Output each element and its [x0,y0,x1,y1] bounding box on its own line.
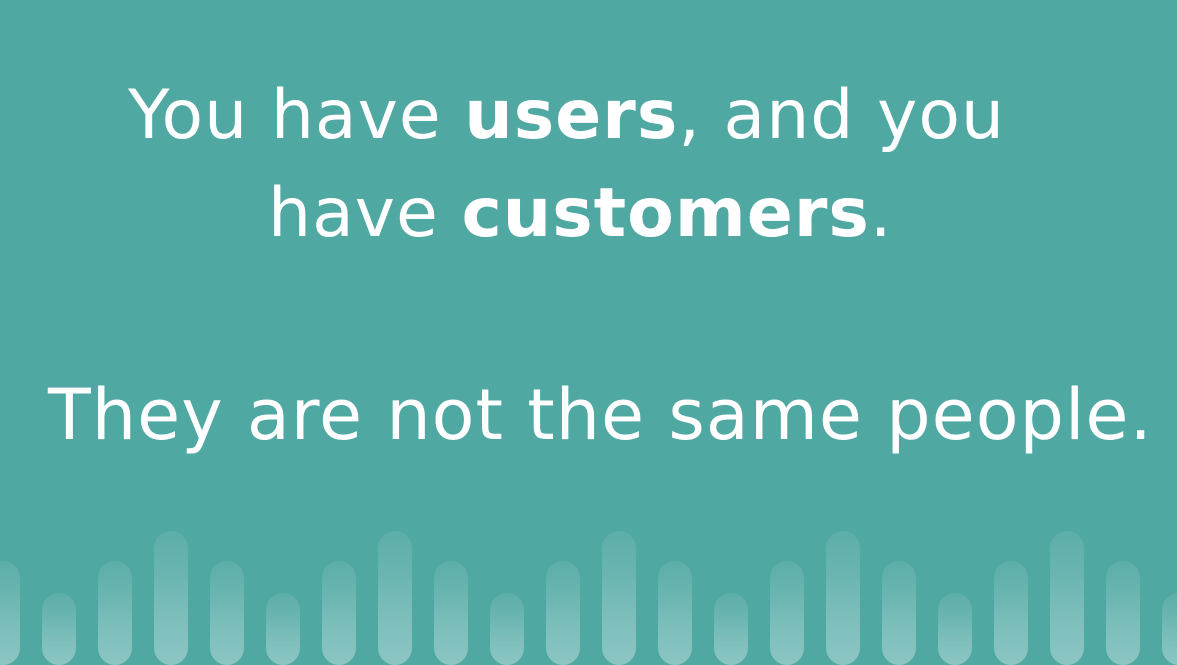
headline-line-2: have customers. [268,180,893,248]
headline-line-2-post: . [869,174,893,253]
decorative-bar [154,531,188,665]
decorative-bar [1106,561,1140,665]
decorative-bar [434,561,468,665]
decorative-bar [42,593,76,665]
decorative-bar [378,531,412,665]
headline-line-2-pre: have [268,174,462,253]
decorative-bar [546,561,580,665]
decorative-bar [770,561,804,665]
decorative-bar [98,561,132,665]
headline-line-1: You have users, and you [128,82,1005,150]
decorative-bar [602,531,636,665]
decorative-bar [266,593,300,665]
decorative-bar [0,561,20,665]
slide: You have users, and you have customers. … [0,0,1177,665]
decorative-bar [490,593,524,665]
decorative-bar [1050,531,1084,665]
emphasis-users: users [464,76,679,155]
decorative-bar [938,593,972,665]
decorative-bar [826,531,860,665]
decorative-bar [1162,593,1177,665]
headline-line-1-pre: You have [128,76,465,155]
decorative-bar [882,561,916,665]
emphasis-customers: customers [461,174,870,253]
decorative-bar [994,561,1028,665]
decorative-bar [322,561,356,665]
decorative-equalizer-bars [0,515,1177,665]
decorative-bar [714,593,748,665]
statement-line: They are not the same people. [48,374,1153,456]
decorative-bar [210,561,244,665]
decorative-bar [658,561,692,665]
headline-line-1-post: , and you [678,76,1006,155]
